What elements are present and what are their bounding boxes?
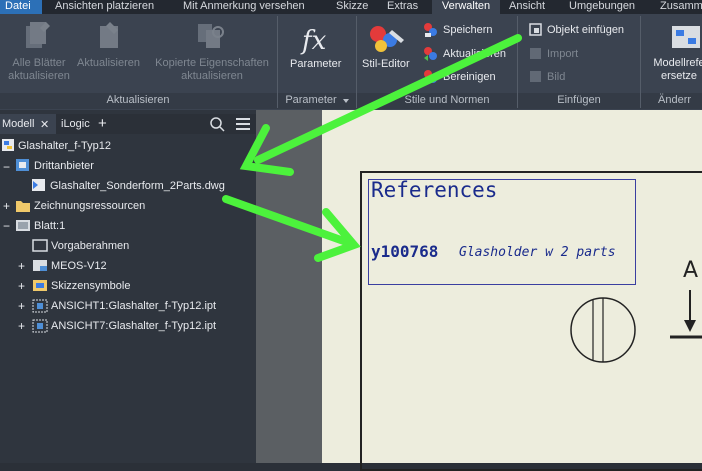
copied-properties-label-2: aktualisieren bbox=[181, 70, 243, 82]
menu-datei[interactable]: Datei bbox=[0, 0, 42, 14]
update-all-sheets-label-1: Alle Blätter bbox=[12, 57, 66, 69]
tree-item-skizzensymbole[interactable]: Skizzensymbole bbox=[51, 279, 130, 293]
tree-item-ansicht1[interactable]: ANSICHT1:Glashalter_f-Typ12.ipt bbox=[51, 299, 216, 313]
section-view-letter: A bbox=[683, 258, 699, 283]
tab-modell-label: Modell bbox=[2, 118, 35, 130]
model-reference-button[interactable]: Modellrefe ersetze bbox=[644, 57, 702, 83]
tree-item-drittanbieter[interactable]: Drittanbieter bbox=[34, 159, 94, 173]
reference-number: y100768 bbox=[371, 242, 439, 261]
style-editor-button[interactable]: Stil-Editor bbox=[362, 58, 410, 71]
import-button[interactable]: Import bbox=[547, 48, 578, 61]
references-title: References bbox=[371, 178, 498, 202]
update-styles-button[interactable]: Aktualisieren bbox=[443, 48, 506, 61]
parameter-button[interactable]: Parameter bbox=[290, 58, 341, 71]
collapse-toggle[interactable]: − bbox=[3, 161, 10, 173]
tree-item-vorgaberahmen[interactable]: Vorgaberahmen bbox=[51, 239, 129, 253]
menu-umgebungen[interactable]: Umgebungen bbox=[569, 0, 635, 14]
tree-item-meos[interactable]: MEOS-V12 bbox=[51, 259, 107, 273]
group-label-parameter: Parameter bbox=[285, 94, 337, 106]
menu-extras[interactable]: Extras bbox=[387, 0, 418, 14]
ribbon-separator bbox=[517, 16, 518, 108]
tab-ilogic[interactable]: iLogic bbox=[61, 118, 90, 130]
tree-item-zeichnungsressourcen[interactable]: Zeichnungsressourcen bbox=[34, 199, 145, 213]
collapse-toggle[interactable]: − bbox=[3, 220, 10, 232]
copied-properties-label-1: Kopierte Eigenschaften bbox=[155, 57, 269, 69]
expand-toggle[interactable]: + bbox=[3, 200, 10, 212]
expand-toggle[interactable]: + bbox=[18, 280, 25, 292]
group-label-stile-normen: Stile und Normen bbox=[404, 94, 490, 106]
menu-zusammenarbeiten[interactable]: Zusamm bbox=[660, 0, 702, 14]
close-icon[interactable]: ✕ bbox=[40, 118, 49, 131]
update-copied-properties-button[interactable]: Kopierte Eigenschaften aktualisieren bbox=[150, 57, 274, 83]
update-button[interactable]: Aktualisieren bbox=[77, 57, 140, 70]
group-label-aktualisieren: Aktualisieren bbox=[106, 94, 170, 106]
add-tab-icon[interactable]: + bbox=[98, 115, 107, 132]
tree-item-dwg[interactable]: Glashalter_Sonderform_2Parts.dwg bbox=[50, 179, 225, 193]
menu-skizze[interactable]: Skizze bbox=[336, 0, 368, 14]
menu-verwalten[interactable]: Verwalten bbox=[432, 0, 500, 14]
save-styles-button[interactable]: Speichern bbox=[443, 24, 493, 37]
model-reference-label-2: ersetze bbox=[660, 70, 698, 82]
image-button[interactable]: Bild bbox=[547, 71, 565, 84]
ribbon-separator bbox=[277, 16, 278, 108]
expand-toggle[interactable]: + bbox=[18, 260, 25, 272]
ribbon-separator bbox=[640, 16, 641, 108]
reference-description: Glasholder w 2 parts bbox=[459, 245, 616, 260]
group-label-aendern: Änderr bbox=[658, 94, 692, 106]
tree-item-blatt[interactable]: Blatt:1 bbox=[34, 219, 65, 233]
update-all-sheets-label-2: aktualisieren bbox=[8, 70, 70, 82]
menu-mit-anmerkung[interactable]: Mit Anmerkung versehen bbox=[183, 0, 305, 14]
ribbon-separator bbox=[356, 16, 357, 108]
update-all-sheets-button[interactable]: Alle Blätter aktualisieren bbox=[4, 57, 74, 83]
insert-object-button[interactable]: Objekt einfügen bbox=[547, 24, 624, 37]
menu-bar: Datei Ansichten platzieren Mit Anmerkung… bbox=[0, 0, 702, 14]
model-reference-label-1: Modellrefe bbox=[653, 57, 702, 69]
tree-item-ansicht7[interactable]: ANSICHT7:Glashalter_f-Typ12.ipt bbox=[51, 319, 216, 333]
tree-item-root[interactable]: Glashalter_f-Typ12 bbox=[18, 139, 111, 153]
menu-ansicht[interactable]: Ansicht bbox=[509, 0, 545, 14]
group-label-einfuegen: Einfügen bbox=[557, 94, 601, 106]
expand-toggle[interactable]: + bbox=[18, 300, 25, 312]
menu-ansichten-platzieren[interactable]: Ansichten platzieren bbox=[55, 0, 154, 14]
purge-styles-button[interactable]: Bereinigen bbox=[443, 71, 496, 84]
expand-toggle[interactable]: + bbox=[18, 320, 25, 332]
